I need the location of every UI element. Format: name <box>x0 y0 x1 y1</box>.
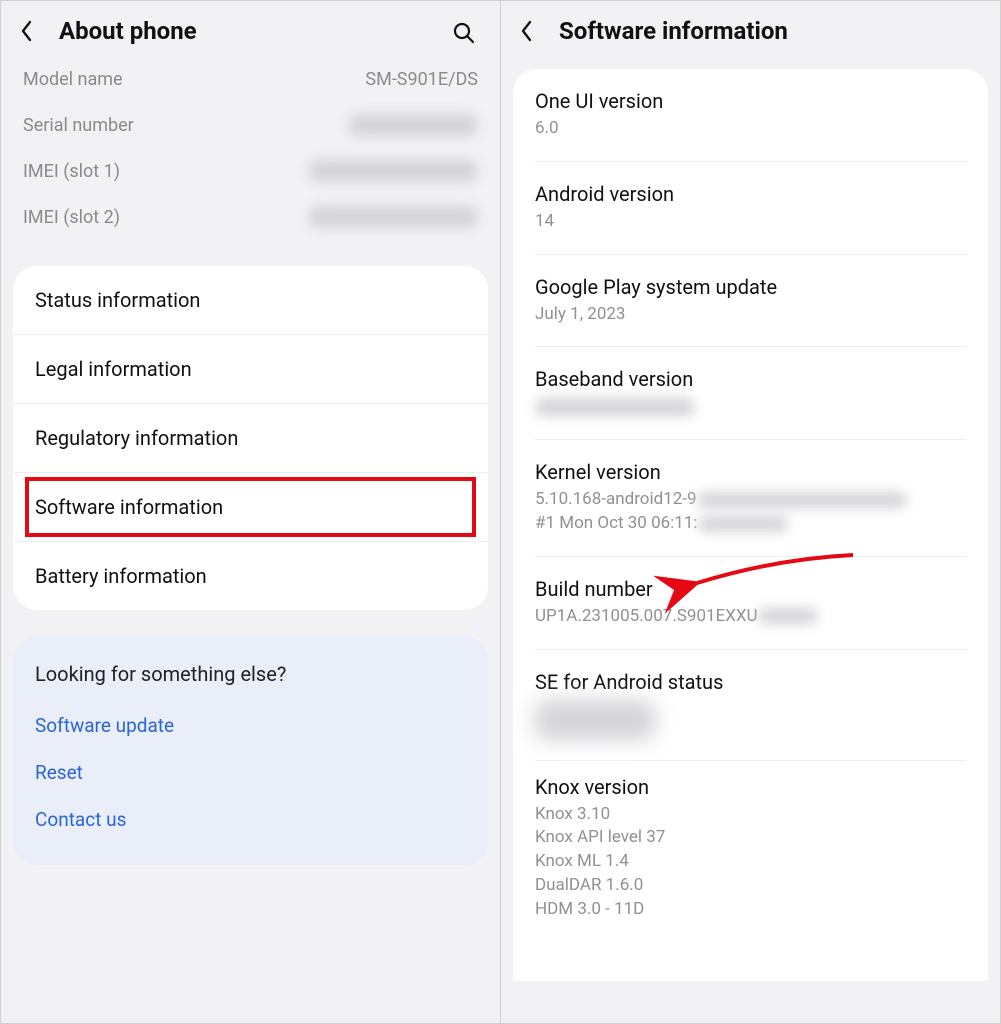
software-update-link[interactable]: Software update <box>35 702 466 749</box>
gplay-value: July 1, 2023 <box>535 303 966 327</box>
se-android-status-item[interactable]: SE for Android status <box>535 650 966 761</box>
regulatory-information-item[interactable]: Regulatory information <box>13 404 488 473</box>
redacted-value <box>697 492 907 508</box>
serial-label: Serial number <box>23 115 134 136</box>
oneui-version-item[interactable]: One UI version 6.0 <box>535 69 966 162</box>
android-value: 14 <box>535 210 966 234</box>
knox-line: Knox 3.10 <box>535 803 966 827</box>
imei2-label: IMEI (slot 2) <box>23 207 120 228</box>
imei2-row: IMEI (slot 2) <box>23 194 478 240</box>
model-label: Model name <box>23 69 123 90</box>
gplay-label: Google Play system update <box>535 275 966 299</box>
android-version-item[interactable]: Android version 14 <box>535 162 966 255</box>
software-card: One UI version 6.0 Android version 14 Go… <box>513 69 988 981</box>
reset-link[interactable]: Reset <box>35 749 466 796</box>
contact-us-link[interactable]: Contact us <box>35 796 466 843</box>
knox-line: HDM 3.0 - 11D <box>535 898 966 922</box>
build-value: UP1A.231005.007.S901EXXU <box>535 605 966 629</box>
software-header: Software information <box>501 1 1000 55</box>
imei1-row: IMEI (slot 1) <box>23 148 478 194</box>
serial-row: Serial number <box>23 102 478 148</box>
redacted-value <box>535 398 695 416</box>
status-information-item[interactable]: Status information <box>13 266 488 335</box>
legal-information-item[interactable]: Legal information <box>13 335 488 404</box>
knox-label: Knox version <box>535 775 966 799</box>
kernel-line1: 5.10.168-android12-9 <box>535 488 966 512</box>
build-number-item[interactable]: Build number UP1A.231005.007.S901EXXU <box>535 557 966 650</box>
software-information-item[interactable]: Software information <box>13 473 488 542</box>
software-information-panel: Software information One UI version 6.0 … <box>501 1 1000 1023</box>
oneui-label: One UI version <box>535 89 966 113</box>
kernel-label: Kernel version <box>535 460 966 484</box>
oneui-value: 6.0 <box>535 117 966 141</box>
software-information-label: Software information <box>35 495 223 519</box>
knox-line: Knox API level 37 <box>535 826 966 850</box>
about-header: About phone <box>1 1 500 55</box>
baseband-version-item[interactable]: Baseband version <box>535 347 966 440</box>
redacted-value <box>348 114 478 136</box>
page-title: About phone <box>59 17 197 45</box>
page-title: Software information <box>559 17 788 45</box>
imei1-label: IMEI (slot 1) <box>23 161 120 182</box>
baseband-label: Baseband version <box>535 367 966 391</box>
search-icon[interactable] <box>450 19 478 47</box>
redacted-value <box>535 700 655 740</box>
kernel-line2: #1 Mon Oct 30 06:11: <box>535 512 966 536</box>
battery-information-item[interactable]: Battery information <box>13 542 488 610</box>
google-play-update-item[interactable]: Google Play system update July 1, 2023 <box>535 255 966 348</box>
redacted-value <box>308 206 478 228</box>
suggestions-title: Looking for something else? <box>35 662 466 686</box>
about-phone-panel: About phone Model name SM-S901E/DS Seria… <box>1 1 501 1023</box>
redacted-value <box>758 608 818 624</box>
model-value: SM-S901E/DS <box>365 69 478 90</box>
knox-version-item[interactable]: Knox version Knox 3.10 Knox API level 37… <box>535 761 966 936</box>
se-label: SE for Android status <box>535 670 966 694</box>
android-label: Android version <box>535 182 966 206</box>
knox-line: DualDAR 1.6.0 <box>535 874 966 898</box>
back-icon[interactable] <box>513 17 541 45</box>
redacted-value <box>308 160 478 182</box>
device-info-group: Model name SM-S901E/DS Serial number IME… <box>1 55 500 266</box>
back-icon[interactable] <box>13 17 41 45</box>
knox-line: Knox ML 1.4 <box>535 850 966 874</box>
build-label: Build number <box>535 577 966 601</box>
suggestions-card: Looking for something else? Software upd… <box>13 636 488 865</box>
model-row: Model name SM-S901E/DS <box>23 57 478 102</box>
redacted-value <box>698 516 788 532</box>
info-menu-card: Status information Legal information Reg… <box>13 266 488 610</box>
kernel-version-item[interactable]: Kernel version 5.10.168-android12-9 #1 M… <box>535 440 966 557</box>
